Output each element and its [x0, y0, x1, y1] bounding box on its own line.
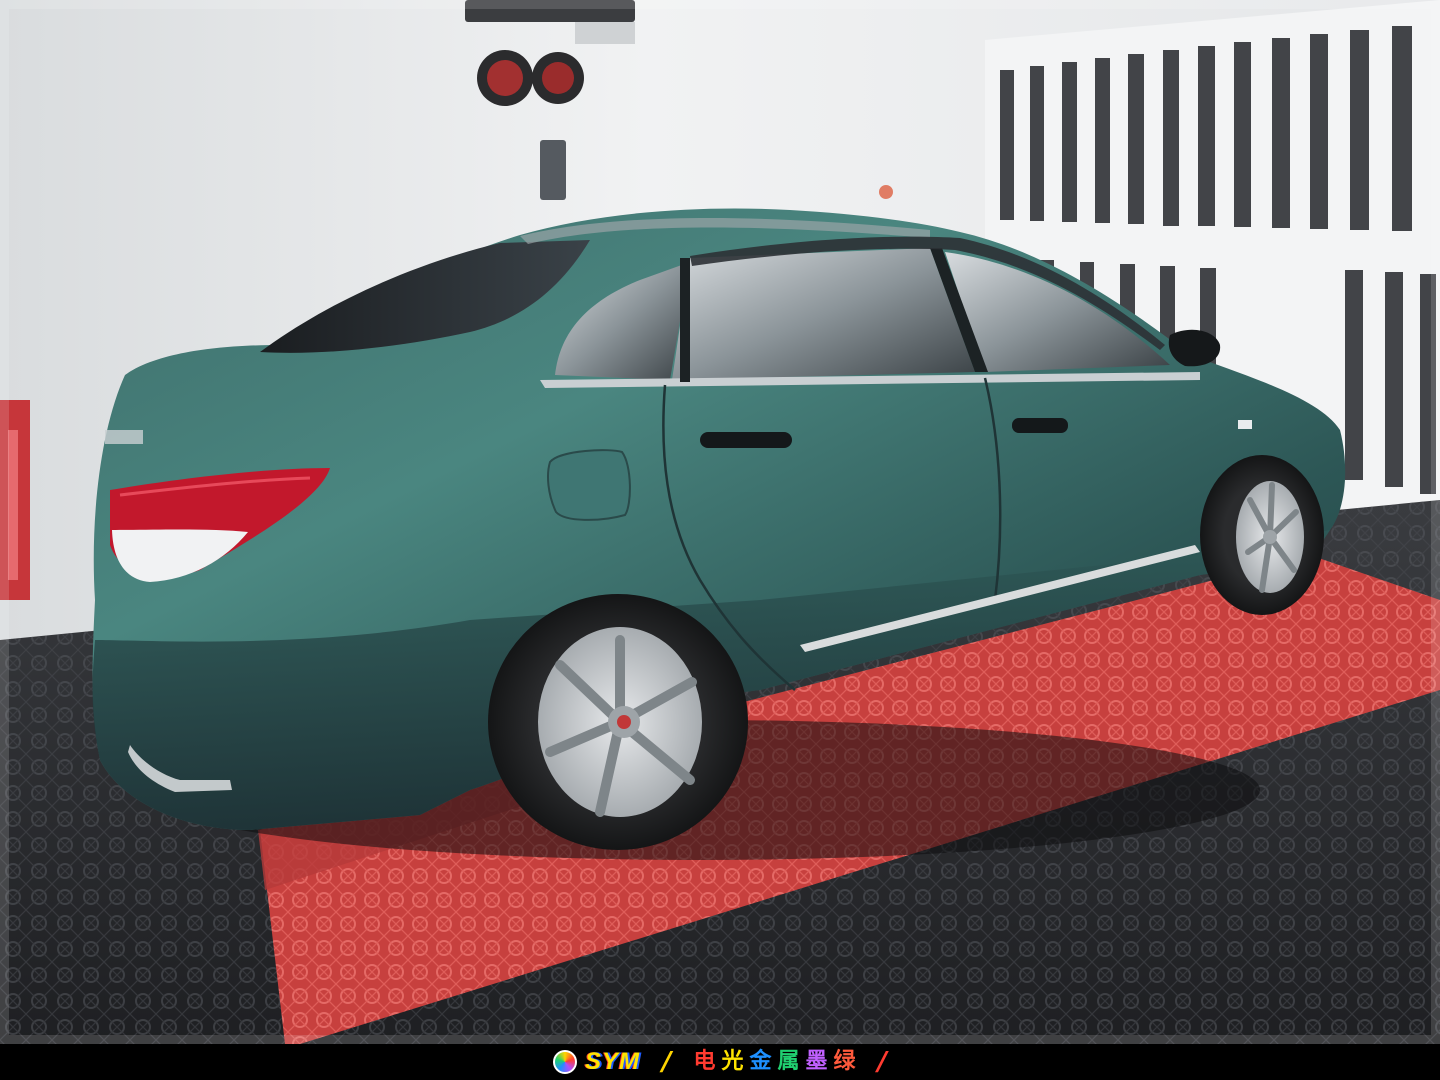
caption-char: 墨	[805, 1049, 828, 1074]
caption-text: 电光金属墨绿	[693, 1051, 855, 1073]
caption-char: 属	[777, 1049, 800, 1074]
close-slash: /	[877, 1047, 888, 1077]
caption-char: 电	[693, 1049, 716, 1074]
brand-logo: SYM	[552, 1048, 640, 1076]
globe-icon	[552, 1050, 577, 1074]
rear-wheel	[488, 594, 748, 850]
car-photo	[0, 0, 1440, 1044]
brand-name: SYM	[584, 1048, 640, 1075]
caption-char: 光	[721, 1049, 744, 1074]
caption-bar: SYM / 电光金属墨绿 /	[0, 1044, 1440, 1080]
caption-char: 绿	[833, 1049, 856, 1074]
open-slash: /	[661, 1047, 672, 1077]
front-wheel	[1200, 455, 1324, 615]
caption-char: 金	[749, 1049, 772, 1074]
